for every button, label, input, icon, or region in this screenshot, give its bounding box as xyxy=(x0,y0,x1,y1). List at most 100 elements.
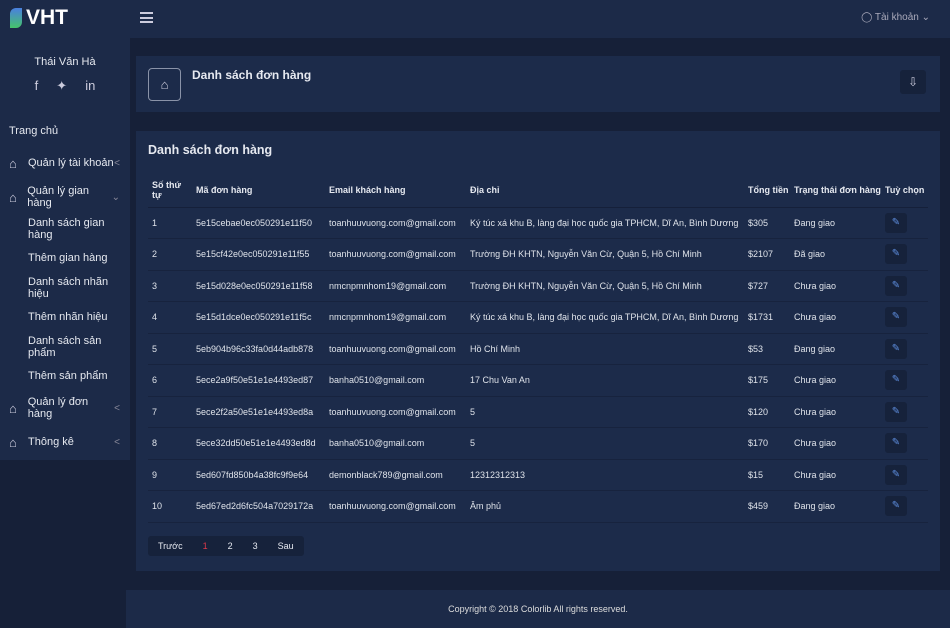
sidebar-item-stats[interactable]: ⌂ Thông kê < xyxy=(0,425,130,459)
table-cell: 5eb904b96c33fa0d44adb878 xyxy=(192,333,325,365)
edit-button[interactable]: ✎ xyxy=(885,244,907,265)
table-cell: 7 xyxy=(148,396,192,428)
table-cell: Chưa giao xyxy=(790,301,881,334)
linkedin-icon[interactable]: in xyxy=(85,78,95,94)
table-cell: toanhuuvuong.com@gmail.com xyxy=(325,333,466,365)
sidebar-subitem-brand-list[interactable]: Danh sách nhãn hiệu xyxy=(0,273,130,303)
edit-button[interactable]: ✎ xyxy=(885,275,907,296)
menu-toggle-icon[interactable] xyxy=(140,12,153,23)
chevron-left-icon: < xyxy=(114,436,120,448)
column-header: Tuỳ chọn xyxy=(881,173,928,208)
sidebar-subitem-store-list[interactable]: Danh sách gian hàng xyxy=(0,214,130,244)
page-2-button[interactable]: 2 xyxy=(218,541,243,551)
edit-button[interactable]: ✎ xyxy=(885,212,907,233)
footer: Copyright © 2018 Colorlib All rights res… xyxy=(126,590,950,628)
table-cell: toanhuuvuong.com@gmail.com xyxy=(325,207,466,239)
sidebar-item-label: Quản lý gian hàng xyxy=(27,185,89,209)
sidebar-subitem-add-product[interactable]: Thêm sản phẩm xyxy=(0,362,130,392)
table-cell: 8 xyxy=(148,427,192,460)
sidebar-item-label: Thông kê xyxy=(28,436,74,448)
table-cell: 3 xyxy=(148,270,192,302)
table-cell: ✎ xyxy=(881,333,928,365)
table-row: 1 5e15cebae0ec050291e11f50 toanhuuvuong.co… xyxy=(148,207,928,239)
edit-button[interactable]: ✎ xyxy=(885,496,907,517)
table-cell: demonblack789@gmail.com xyxy=(325,459,466,491)
logo[interactable]: VHT xyxy=(10,6,68,30)
table-cell: 5e15d1dce0ec050291e11f5c xyxy=(192,301,325,334)
edit-button[interactable]: ✎ xyxy=(885,401,907,422)
sidebar-subitem-add-brand[interactable]: Thêm nhãn hiệu xyxy=(0,303,130,333)
chevron-down-icon: ⌄ xyxy=(111,191,120,203)
table-cell: banha0510@gmail.com xyxy=(325,427,466,460)
next-page-button[interactable]: Sau xyxy=(268,541,304,551)
table-cell: 5ed67ed2d6fc504a7029172a xyxy=(192,490,325,523)
sidebar-item-stores[interactable]: ⌂ Quản lý gian hàng ⌄ xyxy=(0,180,130,214)
table-cell: 4 xyxy=(148,301,192,334)
table-cell: 6 xyxy=(148,364,192,397)
table-cell: Chưa giao xyxy=(790,427,881,460)
edit-button[interactable]: ✎ xyxy=(885,370,907,391)
table-cell: $53 xyxy=(744,333,790,365)
sidebar-subitem-add-store[interactable]: Thêm gian hàng xyxy=(0,244,130,274)
page-3-button[interactable]: 3 xyxy=(243,541,268,551)
table-cell: ✎ xyxy=(881,301,928,334)
account-menu[interactable]: ◯ Tài khoản ⌄ xyxy=(861,12,930,23)
table-cell: ✎ xyxy=(881,459,928,491)
table-row: 4 5e15d1dce0ec050291e11f5c nmcnpmnhom19@gm… xyxy=(148,301,928,334)
download-button[interactable]: ⇩ xyxy=(900,70,926,94)
table-cell: $305 xyxy=(744,207,790,239)
table-cell: Ký túc xá khu B, làng đại học quốc gia T… xyxy=(466,301,744,334)
page-1-button[interactable]: 1 xyxy=(193,541,218,551)
table-cell: 5 xyxy=(148,333,192,365)
table-cell: toanhuuvuong.com@gmail.com xyxy=(325,490,466,523)
table-cell: $2107 xyxy=(744,238,790,271)
home-icon[interactable]: ⌂ xyxy=(148,68,181,101)
user-name: Thái Văn Hà xyxy=(34,56,96,68)
table-cell: Đã giao xyxy=(790,238,881,271)
table-cell: 5 xyxy=(466,427,744,460)
brand-name: VHT xyxy=(26,6,68,29)
chevron-left-icon: < xyxy=(114,157,120,169)
table-cell: $727 xyxy=(744,270,790,302)
table-cell: 5ece2a9f50e51e1e4493ed87 xyxy=(192,364,325,397)
table-cell: toanhuuvuong.com@gmail.com xyxy=(325,238,466,271)
pagination: Trước 1 2 3 Sau xyxy=(148,536,304,556)
edit-button[interactable]: ✎ xyxy=(885,338,907,359)
column-header: Mã đơn hàng xyxy=(192,173,325,208)
table-cell: ✎ xyxy=(881,364,928,397)
table-cell: 12312312313 xyxy=(466,459,744,491)
table-cell: ✎ xyxy=(881,490,928,523)
sidebar-item-accounts[interactable]: ⌂ Quản lý tài khoản < xyxy=(0,146,130,180)
table-cell: $175 xyxy=(744,364,790,397)
table-cell: 1 xyxy=(148,207,192,239)
table-header-row: Số thứ tự Mã đơn hàng Email khách hàng Địa … xyxy=(148,173,928,208)
facebook-icon[interactable]: f xyxy=(35,78,39,94)
table-cell: $120 xyxy=(744,396,790,428)
table-cell: Trường ĐH KHTN, Nguyễn Văn Cừ, Quận 5, H… xyxy=(466,238,744,271)
table-cell: Chưa giao xyxy=(790,459,881,491)
sidebar-item-home[interactable]: Trang chủ xyxy=(0,116,130,146)
edit-button[interactable]: ✎ xyxy=(885,433,907,454)
prev-page-button[interactable]: Trước xyxy=(148,541,193,551)
table-cell: Chưa giao xyxy=(790,270,881,302)
orders-title: Danh sách đơn hàng xyxy=(148,143,273,157)
table-cell: ✎ xyxy=(881,270,928,302)
table-cell: 5ece32dd50e51e1e4493ed8d xyxy=(192,427,325,460)
table-cell: Đang giao xyxy=(790,333,881,365)
column-header: Số thứ tự xyxy=(148,173,192,208)
sidebar-item-orders[interactable]: ⌂ Quản lý đơn hàng < xyxy=(0,391,130,425)
edit-button[interactable]: ✎ xyxy=(885,307,907,328)
table-row: 5 5eb904b96c33fa0d44adb878 toanhuuvuong.co… xyxy=(148,333,928,365)
table-cell: Chưa giao xyxy=(790,364,881,397)
logo-mark-icon xyxy=(10,8,22,28)
column-header: Trạng thái đơn hàng xyxy=(790,173,881,208)
table-cell: Hồ Chí Minh xyxy=(466,333,744,365)
home-icon: ⌂ xyxy=(9,434,17,450)
sidebar-subitem-product-list[interactable]: Danh sách sản phẩm xyxy=(0,332,130,362)
table-cell: $170 xyxy=(744,427,790,460)
edit-button[interactable]: ✎ xyxy=(885,464,907,485)
table-cell: 10 xyxy=(148,490,192,523)
twitter-icon[interactable]: ✦ xyxy=(56,78,67,94)
table-cell: 5ece2f2a50e51e1e4493ed8a xyxy=(192,396,325,428)
footer-copyright: Copyright © 2018 Colorlib All rights res… xyxy=(448,604,628,614)
